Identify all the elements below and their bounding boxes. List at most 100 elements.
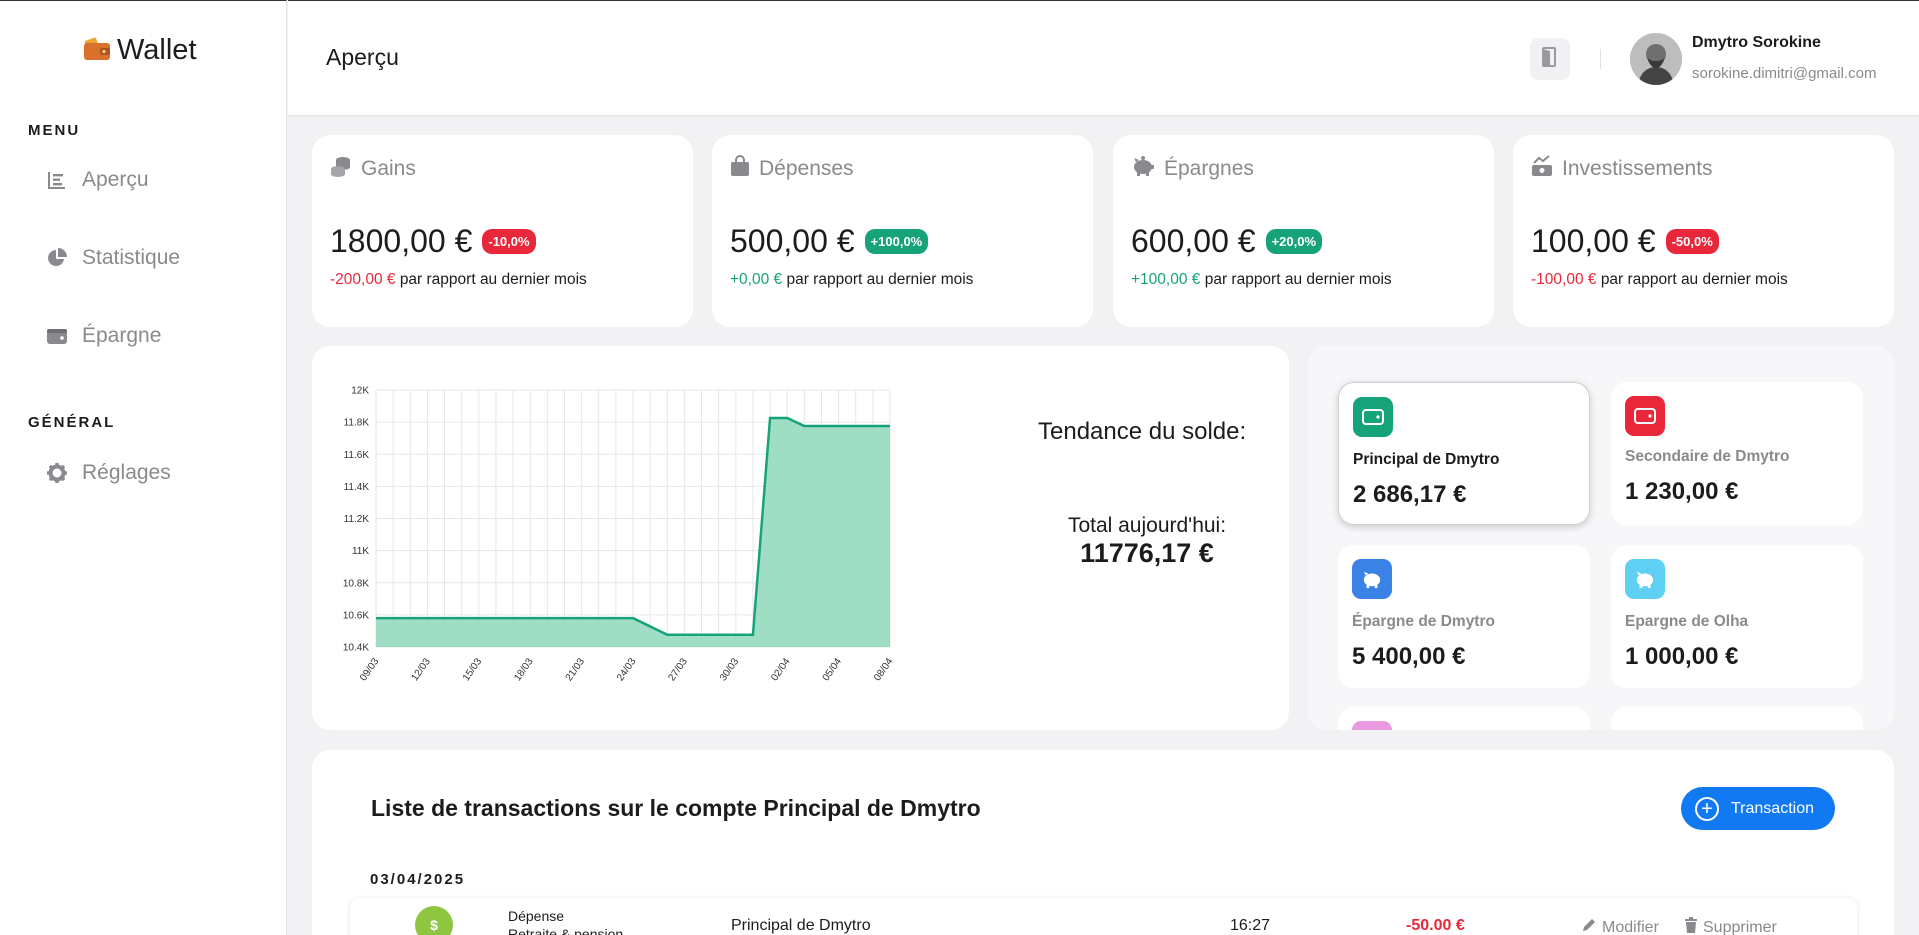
stat-amount: 100,00 €	[1531, 223, 1656, 259]
coins-icon	[330, 155, 352, 183]
account-card-epargne-olha[interactable]: Epargne de Olha 1 000,00 €	[1611, 545, 1863, 688]
transaction-account: Principal de Dmytro	[731, 917, 871, 934]
transactions-card: Liste de transactions sur le compte Prin…	[312, 750, 1894, 935]
stat-suffix: par rapport au dernier mois	[399, 271, 587, 288]
transaction-amount: -50.00 €	[1406, 917, 1465, 934]
y-tick-label: 11.6K	[344, 450, 370, 461]
sidebar-item-label: Réglages	[82, 461, 171, 484]
transaction-time: 16:27	[1230, 917, 1271, 934]
account-name: Secondaire de Dmytro	[1625, 448, 1790, 465]
table-row[interactable]: $ Dépense Retraite & pension Principal d…	[350, 898, 1857, 935]
app-logo[interactable]: Wallet	[83, 34, 197, 67]
piggy-bank-icon	[1131, 155, 1155, 183]
pie-chart-icon	[46, 247, 68, 269]
add-transaction-label: Transaction	[1731, 799, 1814, 817]
transactions-title: Liste de transactions sur le compte Prin…	[371, 795, 981, 821]
stat-label: Épargnes	[1164, 157, 1254, 180]
edit-transaction-button[interactable]: Modifier	[1581, 917, 1659, 935]
app-name: Wallet	[117, 34, 197, 66]
sidebar-item-epargne[interactable]: Épargne	[46, 324, 161, 348]
investment-icon	[1531, 155, 1553, 183]
page-title: Aperçu	[326, 44, 399, 70]
stat-amount: 500,00 €	[730, 223, 855, 259]
wallet-icon	[46, 325, 68, 347]
piggy-bank-icon	[1352, 559, 1392, 599]
pencil-icon	[1581, 917, 1597, 935]
transaction-type: Dépense	[508, 908, 565, 924]
account-card-secondaire[interactable]: Secondaire de Dmytro 1 230,00 €	[1611, 382, 1863, 525]
x-tick-label: 08/04	[872, 656, 896, 683]
sidebar-item-reglages[interactable]: Réglages	[46, 461, 171, 485]
account-card-epargne-dmytro[interactable]: Épargne de Dmytro 5 400,00 €	[1338, 545, 1590, 688]
wallet-icon	[1353, 397, 1393, 437]
stat-delta: +0,00 €	[730, 271, 783, 288]
stat-amount: 1800,00 €	[330, 223, 473, 259]
x-tick-label: 12/03	[409, 656, 433, 683]
y-tick-label: 10.6K	[343, 610, 369, 621]
stat-change-badge: +20,0%	[1265, 229, 1323, 254]
total-today-value: 11776,17 €	[1080, 538, 1214, 568]
x-tick-label: 30/03	[718, 656, 742, 683]
x-tick-label: 18/03	[512, 656, 536, 683]
stat-delta: -100,00 €	[1531, 271, 1597, 288]
chart-bar-icon	[46, 169, 68, 191]
balance-trend-chart: 12K 11.8K 11.6K 11.4K 11.2K 11K 10.8K 10.6K 10.4…	[343, 386, 896, 684]
y-tick-label: 11K	[352, 546, 369, 557]
x-tick-label: 02/04	[769, 656, 793, 683]
user-name: Dmytro Sorokine	[1692, 34, 1821, 51]
account-name: Principal de Dmytro	[1353, 451, 1500, 468]
stat-suffix: par rapport au dernier mois	[786, 271, 974, 288]
account-balance: 1 000,00 €	[1625, 643, 1739, 670]
x-tick-label: 09/03	[358, 656, 382, 683]
stat-comparison: -100,00 € par rapport au dernier mois	[1531, 271, 1788, 289]
x-tick-label: 24/03	[615, 656, 639, 683]
account-name: Épargne de Dmytro	[1352, 613, 1495, 630]
edit-label: Modifier	[1602, 918, 1659, 935]
accounts-panel: Principal de Dmytro 2 686,17 € Secondair…	[1308, 346, 1894, 730]
logout-button[interactable]	[1530, 38, 1570, 80]
stat-comparison: +100,00 € par rapport au dernier mois	[1131, 271, 1392, 289]
account-card-principal[interactable]: Principal de Dmytro 2 686,17 €	[1338, 382, 1590, 525]
stat-label: Investissements	[1562, 157, 1713, 180]
stat-card-depenses: Dépenses 500,00 € +100,0% +0,00 € par ra…	[712, 135, 1093, 327]
sidebar-item-label: Épargne	[82, 324, 162, 347]
trash-icon	[1684, 917, 1698, 935]
stat-delta: +100,00 €	[1131, 271, 1201, 288]
y-tick-label: 10.4K	[343, 643, 369, 654]
stat-label: Dépenses	[759, 157, 854, 180]
account-card-partial[interactable]	[1338, 707, 1590, 730]
stat-comparison: -200,00 € par rapport au dernier mois	[330, 271, 587, 289]
y-tick-label: 11.2K	[344, 514, 370, 525]
x-tick-label: 05/04	[821, 656, 845, 683]
stat-suffix: par rapport au dernier mois	[1600, 271, 1788, 288]
stat-change-badge: +100,0%	[864, 229, 929, 254]
trend-title: Tendance du solde:	[1038, 418, 1247, 445]
stat-delta: -200,00 €	[330, 271, 396, 288]
stat-amount: 600,00 €	[1131, 223, 1256, 259]
x-tick-label: 15/03	[461, 656, 485, 683]
y-tick-label: 12K	[351, 386, 369, 397]
add-transaction-button[interactable]: + Transaction	[1681, 787, 1835, 830]
sidebar-item-apercu[interactable]: Aperçu	[46, 168, 149, 192]
delete-label: Supprimer	[1703, 918, 1777, 935]
x-tick-label: 21/03	[564, 656, 588, 683]
stat-card-investissements: Investissements 100,00 € -50,0% -100,00 …	[1513, 135, 1894, 327]
avatar[interactable]	[1630, 33, 1682, 85]
stat-label: Gains	[361, 157, 416, 180]
door-exit-icon	[1540, 46, 1560, 73]
stat-suffix: par rapport au dernier mois	[1204, 271, 1392, 288]
account-icon	[1352, 721, 1392, 730]
sidebar-item-statistique[interactable]: Statistique	[46, 246, 180, 270]
stat-card-gains: Gains 1800,00 € -10,0% -200,00 € par rap…	[312, 135, 693, 327]
stat-change-badge: -50,0%	[1665, 229, 1719, 254]
account-balance: 5 400,00 €	[1352, 643, 1466, 670]
account-card-partial[interactable]	[1611, 707, 1863, 730]
account-balance: 2 686,17 €	[1353, 481, 1467, 508]
gear-icon	[46, 462, 68, 484]
account-balance: 1 230,00 €	[1625, 478, 1739, 505]
shopping-bag-icon	[730, 155, 750, 183]
y-tick-label: 11.8K	[344, 418, 370, 429]
menu-heading: MENU	[28, 122, 81, 139]
wallet-icon	[1625, 396, 1665, 436]
delete-transaction-button[interactable]: Supprimer	[1684, 917, 1777, 935]
